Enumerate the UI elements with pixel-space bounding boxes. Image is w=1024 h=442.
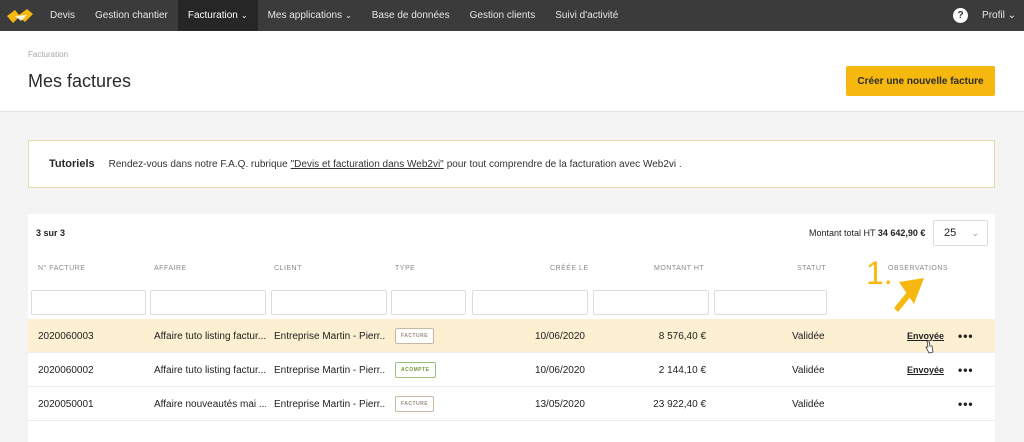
tutorial-faq-link[interactable]: "Devis et facturation dans Web2vi" <box>291 159 444 170</box>
table-row[interactable]: 2020060003 Affaire tuto listing factur..… <box>28 319 995 353</box>
date-cell: 10/06/2020 <box>534 330 585 342</box>
column-header-type[interactable]: TYPE <box>395 265 415 272</box>
nav-item-mes-applications[interactable]: Mes applications ⌄ <box>258 0 362 31</box>
date-cell: 13/05/2020 <box>534 398 585 410</box>
top-navbar: Devis Gestion chantier Facturation ⌄ Mes … <box>0 0 1024 31</box>
type-badge: FACTURE <box>395 328 435 344</box>
filter-statut-input[interactable] <box>714 290 827 315</box>
table-row[interactable]: 2020050001 Affaire nouveautés mai ... En… <box>28 387 995 421</box>
row-actions-button[interactable]: ••• <box>958 353 978 387</box>
client-cell: Entreprise Martin - Pierr... <box>274 398 386 410</box>
type-cell: FACTURE <box>395 387 465 421</box>
page-header: Facturation Mes factures Créer une nouve… <box>0 31 1024 112</box>
results-count: 3 sur 3 <box>36 228 66 238</box>
column-header-numero[interactable]: N° FACTURE <box>38 265 85 272</box>
column-header-affaire[interactable]: AFFAIRE <box>154 265 187 272</box>
affaire-cell: Affaire tuto listing factur... <box>154 364 266 376</box>
row-actions-button[interactable]: ••• <box>958 319 978 353</box>
tutorial-text-after: pour tout comprendre de la facturation a… <box>446 158 682 170</box>
client-cell: Entreprise Martin - Pierr... <box>274 364 386 376</box>
profile-menu[interactable]: Profil ⌄ <box>982 10 1016 21</box>
status-cell: Validée <box>792 364 825 376</box>
nav-item-devis[interactable]: Devis <box>40 0 85 31</box>
affaire-cell: Affaire nouveautés mai ... <box>154 398 266 410</box>
nav-item-facturation[interactable]: Facturation ⌄ <box>177 0 258 31</box>
filter-montant-input[interactable] <box>593 290 709 315</box>
status-cell: Validée <box>792 330 825 342</box>
column-header-statut[interactable]: STATUT <box>797 265 826 272</box>
tutorial-text-before: Rendez-vous dans notre F.A.Q. rubrique <box>108 158 288 170</box>
observation-sent-link[interactable]: Envoyée <box>907 365 944 375</box>
invoice-number: 2020050001 <box>38 398 94 410</box>
invoice-number: 2020060003 <box>38 330 94 342</box>
column-header-client[interactable]: CLIENT <box>274 265 302 272</box>
breadcrumb[interactable]: Facturation <box>28 50 68 59</box>
nav-item-base-de-donnees[interactable]: Base de données <box>362 0 460 31</box>
chevron-down-icon: ⌄ <box>971 227 979 238</box>
affaire-cell: Affaire tuto listing factur... <box>154 330 266 342</box>
filter-numero-input[interactable] <box>31 290 146 315</box>
row-actions-button[interactable]: ••• <box>958 387 978 421</box>
chevron-down-icon: ⌄ <box>345 11 352 20</box>
column-header-creee-le[interactable]: CRÉÉE LE <box>550 265 589 272</box>
nav-item-gestion-chantier[interactable]: Gestion chantier <box>85 0 178 31</box>
filter-client-input[interactable] <box>271 290 387 315</box>
date-cell: 10/06/2020 <box>534 364 585 376</box>
table-row[interactable]: 2020060002 Affaire tuto listing factur..… <box>28 353 995 387</box>
mouse-pointer-icon <box>925 340 934 354</box>
filter-type-input[interactable] <box>391 290 466 315</box>
create-invoice-button[interactable]: Créer une nouvelle facture <box>846 66 995 96</box>
annotation-arrow-icon <box>894 278 924 312</box>
amount-cell: 8 576,40 € <box>658 330 706 342</box>
invoices-panel: 3 sur 3 Montant total HT 34 642,90 € 25 ⌄… <box>28 214 995 442</box>
type-cell: FACTURE <box>395 319 465 353</box>
tutorial-title: Tutoriels <box>49 158 95 170</box>
type-badge: FACTURE <box>395 396 435 412</box>
invoice-number: 2020060002 <box>38 364 94 376</box>
nav-item-suivi-activite[interactable]: Suivi d'activité <box>545 0 628 31</box>
filter-affaire-input[interactable] <box>150 290 266 315</box>
page-title: Mes factures <box>28 71 132 91</box>
type-cell: ACOMPTE <box>395 353 465 387</box>
status-cell: Validée <box>792 398 825 410</box>
amount-cell: 2 144,10 € <box>658 364 706 376</box>
chevron-down-icon: ⌄ <box>1007 10 1016 21</box>
amount-cell: 23 922,40 € <box>653 398 706 410</box>
client-cell: Entreprise Martin - Pierr... <box>274 330 386 342</box>
help-icon[interactable]: ? <box>953 8 969 23</box>
total-amount: Montant total HT 34 642,90 € <box>809 228 926 238</box>
tutorial-banner: Tutoriels Rendez-vous dans notre F.A.Q. … <box>28 140 995 188</box>
nav-item-gestion-clients[interactable]: Gestion clients <box>460 0 546 31</box>
web2vi-logo[interactable] <box>0 0 40 31</box>
type-badge: ACOMPTE <box>395 362 436 378</box>
chevron-down-icon: ⌄ <box>240 11 248 20</box>
per-page-select[interactable]: 25 ⌄ <box>933 220 988 246</box>
column-header-montant[interactable]: MONTANT HT <box>654 265 704 272</box>
filter-date-input[interactable] <box>472 290 588 315</box>
